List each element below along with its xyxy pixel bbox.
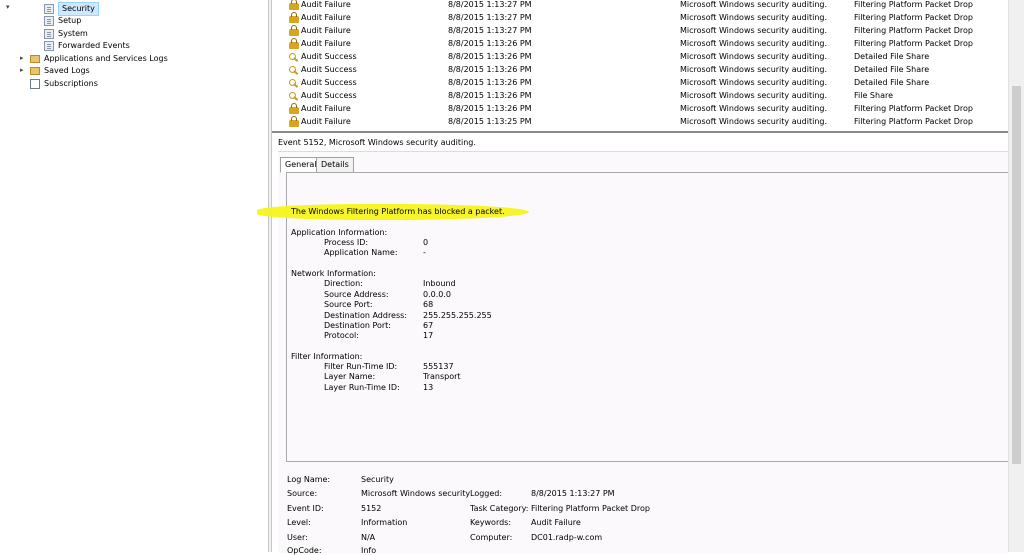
- table-row[interactable]: Audit Failure 8/8/2015 1:13:25 PM Micros…: [272, 115, 1008, 128]
- collapse-icon[interactable]: ▾: [6, 3, 10, 11]
- prop-label: Source:: [287, 489, 318, 498]
- field-value: 67: [423, 321, 434, 330]
- scrollbar-thumb[interactable]: [1012, 86, 1021, 464]
- field-label: Layer Run-Time ID:: [324, 383, 400, 392]
- prop-keywords: Audit Failure: [531, 518, 581, 527]
- table-row[interactable]: Audit Success 8/8/2015 1:13:26 PM Micros…: [272, 76, 1008, 89]
- table-row[interactable]: Audit Failure 8/8/2015 1:13:27 PM Micros…: [272, 24, 1008, 37]
- general-content: The Windows Filtering Platform has block…: [257, 172, 1008, 462]
- field-value: Inbound: [423, 279, 456, 288]
- section-header: Application Information:: [291, 228, 388, 237]
- log-icon: [44, 29, 54, 39]
- tab-details[interactable]: Details: [316, 157, 354, 173]
- field-label: Protocol:: [324, 331, 359, 340]
- prop-label: Level:: [287, 518, 311, 527]
- field-value: 555137: [423, 362, 454, 371]
- field-value: -: [423, 248, 426, 257]
- field-label: Filter Run-Time ID:: [324, 362, 398, 371]
- field-value: Transport: [423, 372, 461, 381]
- prop-source: Microsoft Windows security: [361, 489, 471, 498]
- folder-icon: [30, 55, 40, 63]
- event-detail-header: Event 5152, Microsoft Windows security a…: [272, 131, 1008, 151]
- expand-icon[interactable]: ▸: [20, 54, 24, 62]
- field-value: 255.255.255.255: [423, 311, 492, 320]
- field-value: 17: [423, 331, 434, 340]
- field-label: Layer Name:: [324, 372, 376, 381]
- tree-item-saved-logs[interactable]: Saved Logs: [30, 65, 90, 77]
- prop-level: Information: [361, 518, 408, 527]
- table-row[interactable]: Audit Success 8/8/2015 1:13:26 PM Micros…: [272, 63, 1008, 76]
- tree-item-forwarded-events[interactable]: Forwarded Events: [44, 40, 130, 52]
- event-detail-title: Event 5152, Microsoft Windows security a…: [278, 138, 476, 147]
- field-label: Destination Port:: [324, 321, 392, 330]
- field-label: Direction:: [324, 279, 363, 288]
- tree-item-setup[interactable]: Setup: [44, 15, 81, 27]
- lock-icon: [289, 24, 299, 36]
- log-icon: [44, 41, 54, 51]
- expand-icon[interactable]: ▸: [20, 66, 24, 74]
- key-icon: [289, 78, 299, 88]
- event-message: The Windows Filtering Platform has block…: [291, 207, 505, 216]
- key-icon: [289, 91, 299, 101]
- lock-icon: [289, 115, 299, 127]
- prop-label: Log Name:: [287, 475, 331, 484]
- prop-label: Logged:: [470, 489, 503, 498]
- field-label: Destination Address:: [324, 311, 408, 320]
- field-value: 0: [423, 238, 429, 247]
- prop-label: OpCode:: [287, 546, 322, 555]
- prop-log-name: Security: [361, 475, 394, 484]
- table-row[interactable]: Audit Failure 8/8/2015 1:13:27 PM Micros…: [272, 11, 1008, 24]
- field-label: Process ID:: [324, 238, 369, 247]
- table-row[interactable]: Audit Success 8/8/2015 1:13:26 PM Micros…: [272, 50, 1008, 63]
- field-label: Application Name:: [324, 248, 398, 257]
- prop-label: Task Category:: [470, 504, 529, 513]
- vertical-scrollbar[interactable]: [1008, 0, 1024, 552]
- prop-logged: 8/8/2015 1:13:27 PM: [531, 489, 615, 498]
- section-header: Filter Information:: [291, 352, 363, 361]
- field-value: 68: [423, 300, 434, 309]
- event-list: Audit Failure 8/8/2015 1:13:27 PM Micros…: [272, 0, 1008, 130]
- lock-icon: [289, 0, 299, 10]
- key-icon: [289, 52, 299, 62]
- prop-user: N/A: [361, 533, 376, 542]
- tree-item-security[interactable]: Security: [44, 2, 99, 16]
- table-row[interactable]: Audit Failure 8/8/2015 1:13:26 PM Micros…: [272, 102, 1008, 115]
- section-header: Network Information:: [291, 269, 376, 278]
- field-label: Source Address:: [324, 290, 389, 299]
- table-row[interactable]: Audit Failure 8/8/2015 1:13:27 PM Micros…: [272, 0, 1008, 11]
- key-icon: [289, 65, 299, 75]
- prop-label: User:: [287, 533, 308, 542]
- log-icon: [44, 4, 54, 14]
- field-value: 13: [423, 383, 434, 392]
- folder-icon: [30, 67, 40, 75]
- lock-icon: [289, 102, 299, 114]
- prop-opcode: Info: [361, 546, 377, 555]
- prop-task-category: Filtering Platform Packet Drop: [531, 504, 650, 513]
- field-value: 0.0.0.0: [423, 290, 451, 299]
- log-icon: [44, 16, 54, 26]
- prop-label: Computer:: [470, 533, 513, 542]
- table-row[interactable]: Audit Success 8/8/2015 1:13:26 PM Micros…: [272, 89, 1008, 102]
- tree-item-system[interactable]: System: [44, 28, 88, 40]
- tree-item-subscriptions[interactable]: Subscriptions: [30, 78, 98, 90]
- field-label: Source Port:: [324, 300, 373, 309]
- tree-item-applications-and-services-logs[interactable]: Applications and Services Logs: [30, 53, 168, 65]
- prop-label: Event ID:: [287, 504, 324, 513]
- log-tree: ▾ Security Setup System Forwarded Events…: [0, 0, 268, 552]
- subscriptions-icon: [30, 79, 40, 89]
- prop-event-id: 5152: [361, 504, 382, 513]
- prop-computer: DC01.radp-w.com: [531, 533, 603, 542]
- lock-icon: [289, 37, 299, 49]
- lock-icon: [289, 11, 299, 23]
- table-row[interactable]: Audit Failure 8/8/2015 1:13:26 PM Micros…: [272, 37, 1008, 50]
- event-detail-panel: General Details The Windows Filtering Pl…: [257, 151, 1008, 555]
- prop-label: Keywords:: [470, 518, 512, 527]
